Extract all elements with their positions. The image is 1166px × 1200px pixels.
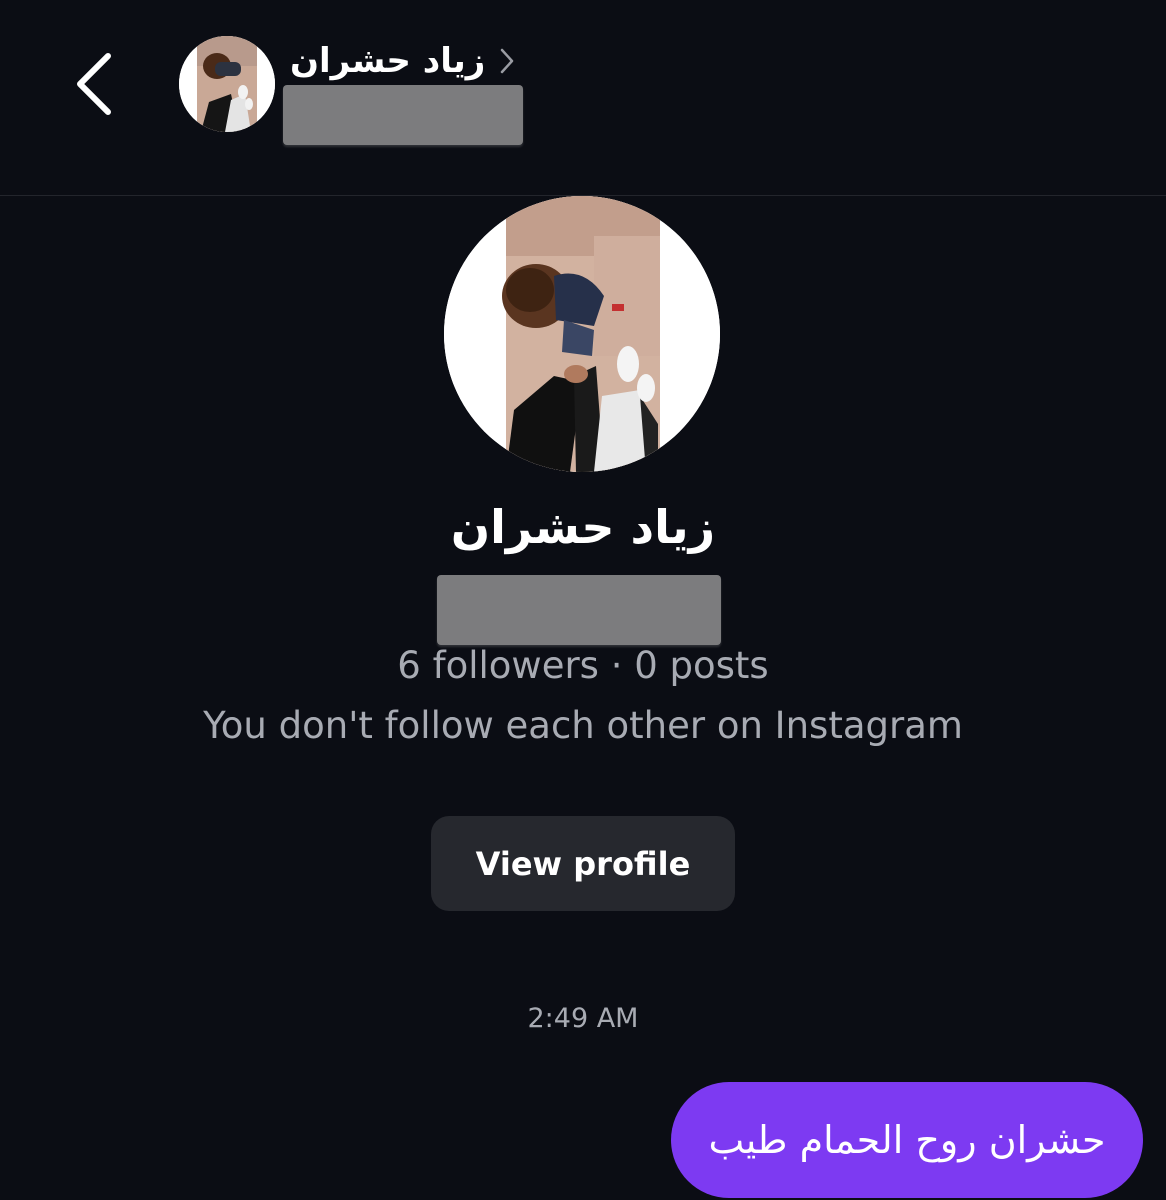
message-timestamp: 2:49 AM <box>527 1003 639 1034</box>
follow-relation-text: You don't follow each other on Instagram <box>203 704 963 747</box>
chevron-left-icon <box>77 53 111 115</box>
header-avatar[interactable] <box>179 36 275 132</box>
profile-stats: 6 followers · 0 posts <box>397 644 769 687</box>
header-contact-link[interactable]: زياد حشران <box>290 36 515 86</box>
profile-avatar[interactable] <box>444 196 720 472</box>
redacted-username <box>283 85 523 145</box>
header-contact-name: زياد حشران <box>290 41 486 81</box>
redacted-username <box>437 575 721 645</box>
back-button[interactable] <box>64 44 128 124</box>
avatar-photo <box>444 196 720 472</box>
chat-header: زياد حشران <box>0 0 1166 196</box>
chevron-right-icon <box>499 46 515 76</box>
profile-name: زياد حشران <box>450 500 716 554</box>
view-profile-button[interactable]: View profile <box>431 816 735 911</box>
sent-message-bubble[interactable]: حشران روح الحمام طيب <box>671 1082 1143 1198</box>
avatar-photo <box>179 36 275 132</box>
